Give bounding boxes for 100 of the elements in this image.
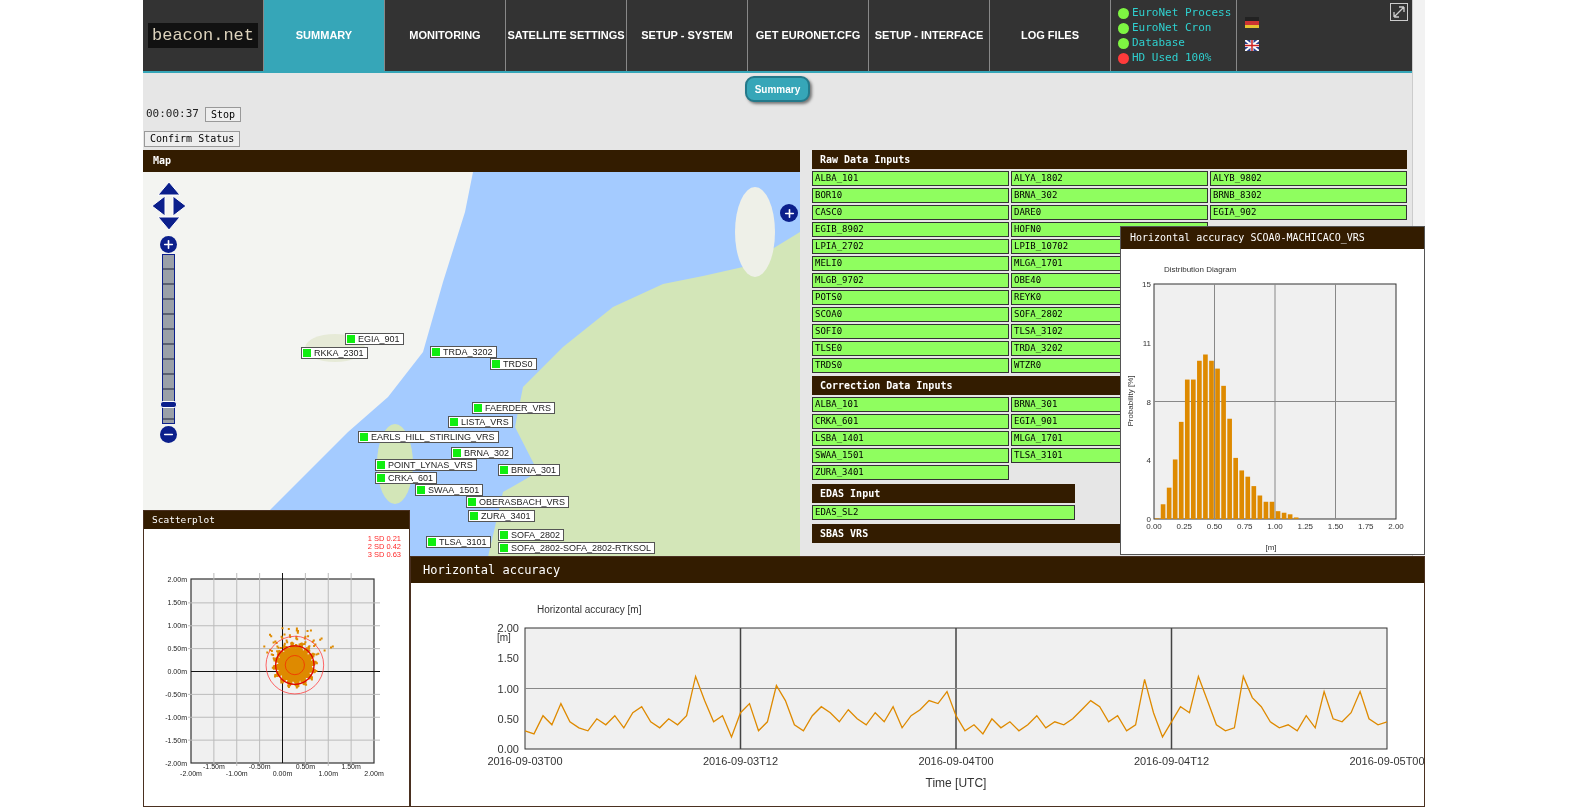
- x-tick-label: 2016-09-03T00: [487, 755, 563, 767]
- station-label: RKKA_2301: [314, 348, 364, 358]
- y-tick-label: 11: [1142, 338, 1151, 348]
- station-label: SWAA_1501: [428, 485, 480, 495]
- panel-header: Horizontal accuracy: [411, 557, 1424, 583]
- status-text: HD Used 100%: [1132, 49, 1212, 66]
- y-axis-label: [m]: [497, 632, 511, 643]
- status-square-icon: [428, 538, 436, 546]
- station-marker[interactable]: TRDA_3202: [430, 346, 497, 358]
- station-marker[interactable]: BRNA_301: [498, 464, 561, 476]
- confirm-status-button[interactable]: Confirm Status: [144, 130, 241, 147]
- station-marker[interactable]: POINT_LYNAS_VRS: [375, 459, 477, 471]
- nav-tab[interactable]: SATELLITE SETTINGS: [505, 0, 626, 71]
- station-label: TRDS0: [503, 359, 533, 369]
- plus-icon: [162, 238, 175, 251]
- y-tick-label: 15: [1142, 280, 1151, 289]
- popup-header: Horizontal accuracy SCOA0-MACHICACO_VRS: [1121, 227, 1424, 249]
- status-square-icon: [470, 512, 478, 520]
- station-marker[interactable]: LISTA_VRS: [448, 416, 513, 428]
- station-label: TLSA_3101: [439, 537, 487, 547]
- status-square-icon: [474, 404, 482, 412]
- station-label: LISTA_VRS: [461, 417, 509, 427]
- status-square-icon: [303, 349, 311, 357]
- stop-button[interactable]: Stop: [205, 106, 242, 122]
- x-tick-label: 2016-09-05T00: [1349, 755, 1424, 767]
- x-tick-label: 1.75: [1357, 522, 1374, 531]
- station-status-cell: SCOA0: [812, 307, 1009, 322]
- station-label: EGIA_901: [358, 334, 400, 344]
- status-square-icon: [377, 461, 385, 469]
- station-status-cell: ALYA_1802: [1011, 171, 1208, 186]
- x-tick-label: 0.25: [1176, 522, 1193, 531]
- station-marker[interactable]: CRKA_601: [375, 472, 438, 484]
- zoom-slider-thumb[interactable]: [160, 400, 177, 408]
- station-status-cell: ALBA_101: [812, 171, 1009, 186]
- plus-icon: [782, 206, 796, 220]
- status-text: EuroNet Process: [1132, 4, 1232, 21]
- station-label: FAERDER_VRS: [485, 403, 552, 413]
- x-tick-label: 2016-09-04T00: [918, 755, 994, 767]
- station-status-cell: TLSE0: [812, 341, 1009, 356]
- status-square-icon: [453, 449, 461, 457]
- station-status-cell: CASC0: [812, 205, 1009, 220]
- station-marker[interactable]: FAERDER_VRS: [472, 402, 556, 414]
- logo[interactable]: beacon.net: [148, 22, 258, 49]
- status-square-icon: [468, 498, 476, 506]
- y-tick-label: 0.50: [497, 712, 519, 725]
- station-label: BRNA_302: [464, 448, 510, 458]
- station-status-cell: MELI0: [812, 256, 1009, 271]
- station-status-cell: TRDS0: [812, 358, 1009, 373]
- station-marker[interactable]: SWAA_1501: [415, 484, 484, 496]
- status-text: EuroNet Cron: [1132, 19, 1212, 36]
- station-marker[interactable]: EGIA_901: [345, 333, 404, 345]
- station-status-cell: EGIA_902: [1210, 205, 1407, 220]
- chart-title: Horizontal accuracy [m]: [537, 604, 642, 615]
- station-status-cell: BOR10: [812, 188, 1009, 203]
- x-tick-label: 1.50: [1327, 522, 1344, 531]
- flag-icon[interactable]: [1245, 40, 1259, 51]
- y-tick-label: 8: [1146, 397, 1151, 407]
- station-status-cell: LPIA_2702: [812, 239, 1009, 254]
- station-status-cell: DARE0: [1011, 205, 1208, 220]
- x-tick-label: 1.00: [1267, 522, 1283, 531]
- status-square-icon: [377, 474, 385, 482]
- station-status-cell: CRKA_601: [812, 414, 1009, 429]
- timer-text: 00:00:37: [146, 106, 199, 122]
- station-label: EARLS_HILL_STIRLING_VRS: [371, 432, 495, 442]
- status-square-icon: [360, 433, 368, 441]
- y-tick-label: 0.00: [497, 743, 519, 755]
- x-axis-label: [m]: [1265, 543, 1277, 552]
- y-tick-label: 0: [1146, 515, 1151, 524]
- pan-control-icon[interactable]: [151, 181, 187, 231]
- station-status-cell: BRNB_8302: [1210, 188, 1407, 203]
- x-tick-label: 2016-09-03T12: [702, 755, 779, 767]
- station-marker[interactable]: OBERASBACH_VRS: [466, 496, 570, 508]
- flag-icon[interactable]: [1245, 17, 1259, 28]
- station-marker[interactable]: EARLS_HILL_STIRLING_VRS: [358, 431, 499, 443]
- station-marker[interactable]: SOFA_2802-SOFA_2802-RTKSOL: [498, 542, 655, 554]
- expand-icon[interactable]: [1390, 3, 1408, 21]
- y-tick-label: 1.00: [497, 682, 519, 695]
- station-status-cell: ALBA_101: [812, 397, 1009, 412]
- station-status-cell: SWAA_1501: [812, 448, 1009, 463]
- section-header: Raw Data Inputs: [812, 150, 1407, 169]
- station-status-cell: EDAS_SL2: [812, 505, 1075, 520]
- station-label: ZURA_3401: [481, 511, 531, 521]
- x-tick-label: 0.50: [1206, 522, 1223, 531]
- y-tick-label: 4: [1146, 456, 1151, 466]
- station-marker[interactable]: RKKA_2301: [301, 347, 368, 359]
- station-marker[interactable]: SOFA_2802: [498, 529, 565, 541]
- station-label: SOFA_2802: [511, 530, 561, 540]
- station-marker[interactable]: ZURA_3401: [468, 510, 535, 522]
- x-tick-label: 1.25: [1297, 522, 1314, 531]
- status-square-icon: [492, 360, 500, 368]
- station-marker[interactable]: TLSA_3101: [426, 536, 491, 548]
- x-axis-label: Time [UTC]: [925, 776, 987, 790]
- station-marker[interactable]: BRNA_302: [451, 447, 514, 459]
- section-header: EDAS Input: [812, 484, 1075, 503]
- station-marker[interactable]: TRDS0: [490, 358, 537, 370]
- status-square-icon: [500, 466, 508, 474]
- panel-header: Map: [143, 150, 800, 172]
- station-status-cell: BRNA_302: [1011, 188, 1208, 203]
- station-status-cell: POTS0: [812, 290, 1009, 305]
- station-label: SOFA_2802-SOFA_2802-RTKSOL: [511, 543, 651, 553]
